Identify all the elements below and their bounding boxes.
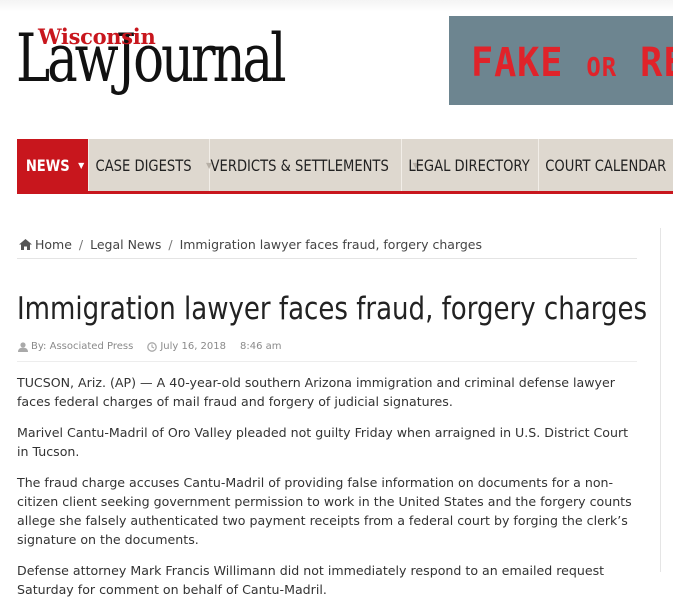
- meta-divider: [17, 361, 637, 362]
- nav-label: COURT CALENDAR: [545, 155, 666, 175]
- nav-label: CASE DIGESTS: [95, 155, 192, 175]
- article-title: Immigration lawyer faces fraud, forgery …: [17, 291, 648, 327]
- breadcrumb-divider: [17, 258, 637, 259]
- breadcrumb-separator: /: [168, 237, 173, 252]
- nav-item-legal-directory[interactable]: LEGAL DIRECTORY: [401, 139, 539, 191]
- nav-item-news[interactable]: NEWS ▼: [17, 139, 89, 191]
- ad-text: FAKE OR RE: [471, 40, 673, 86]
- ad-word-2: OR: [586, 53, 618, 83]
- article-time: 8:46 am: [240, 341, 282, 352]
- nav-item-case-digests[interactable]: CASE DIGESTS ▼: [88, 139, 212, 191]
- breadcrumb-home-link[interactable]: Home: [35, 237, 72, 252]
- breadcrumb-section-link[interactable]: Legal News: [90, 237, 161, 252]
- site-logo[interactable]: LawJournal Wisconsin: [16, 22, 336, 112]
- ad-word-3: RE: [640, 40, 673, 86]
- sidebar-divider: [660, 228, 661, 572]
- caret-down-icon: ▼: [78, 160, 85, 170]
- nav-item-verdicts-settlements[interactable]: VERDICTS & SETTLEMENTS ▼: [209, 139, 419, 191]
- ad-banner[interactable]: FAKE OR RE: [449, 16, 673, 105]
- article-paragraph: TUCSON, Ariz. (AP) — A 40-year-old south…: [17, 375, 615, 409]
- user-icon: [18, 341, 28, 352]
- article-date: July 16, 2018: [160, 341, 227, 352]
- logo-state-label: Wisconsin: [38, 24, 156, 49]
- article-byline[interactable]: By: Associated Press: [31, 341, 133, 352]
- nav-label: LEGAL DIRECTORY: [408, 155, 531, 175]
- main-nav: NEWS ▼ CASE DIGESTS ▼ VERDICTS & SETTLEM…: [17, 139, 673, 194]
- breadcrumb: Home / Legal News / Immigration lawyer f…: [19, 237, 482, 252]
- article-meta: By: Associated Press July 16, 2018 8:46 …: [18, 341, 282, 352]
- ad-word-1: FAKE: [471, 40, 564, 86]
- article-paragraph: Defense attorney Mark Francis Willimann …: [17, 563, 605, 597]
- nav-label: NEWS: [25, 155, 70, 175]
- breadcrumb-current: Immigration lawyer faces fraud, forgery …: [179, 237, 483, 252]
- clock-icon: [147, 341, 158, 352]
- article-paragraph: Marivel Cantu-Madril of Oro Valley plead…: [17, 425, 629, 459]
- nav-item-court-calendar[interactable]: COURT CALENDAR: [538, 139, 673, 191]
- article-body: TUCSON, Ariz. (AP) — A 40-year-old south…: [17, 373, 642, 611]
- home-icon: [19, 239, 32, 250]
- nav-label: VERDICTS & SETTLEMENTS: [210, 155, 390, 175]
- breadcrumb-separator: /: [78, 237, 84, 252]
- top-shadow: [0, 0, 673, 12]
- article-paragraph: The fraud charge accuses Cantu-Madril of…: [17, 475, 632, 547]
